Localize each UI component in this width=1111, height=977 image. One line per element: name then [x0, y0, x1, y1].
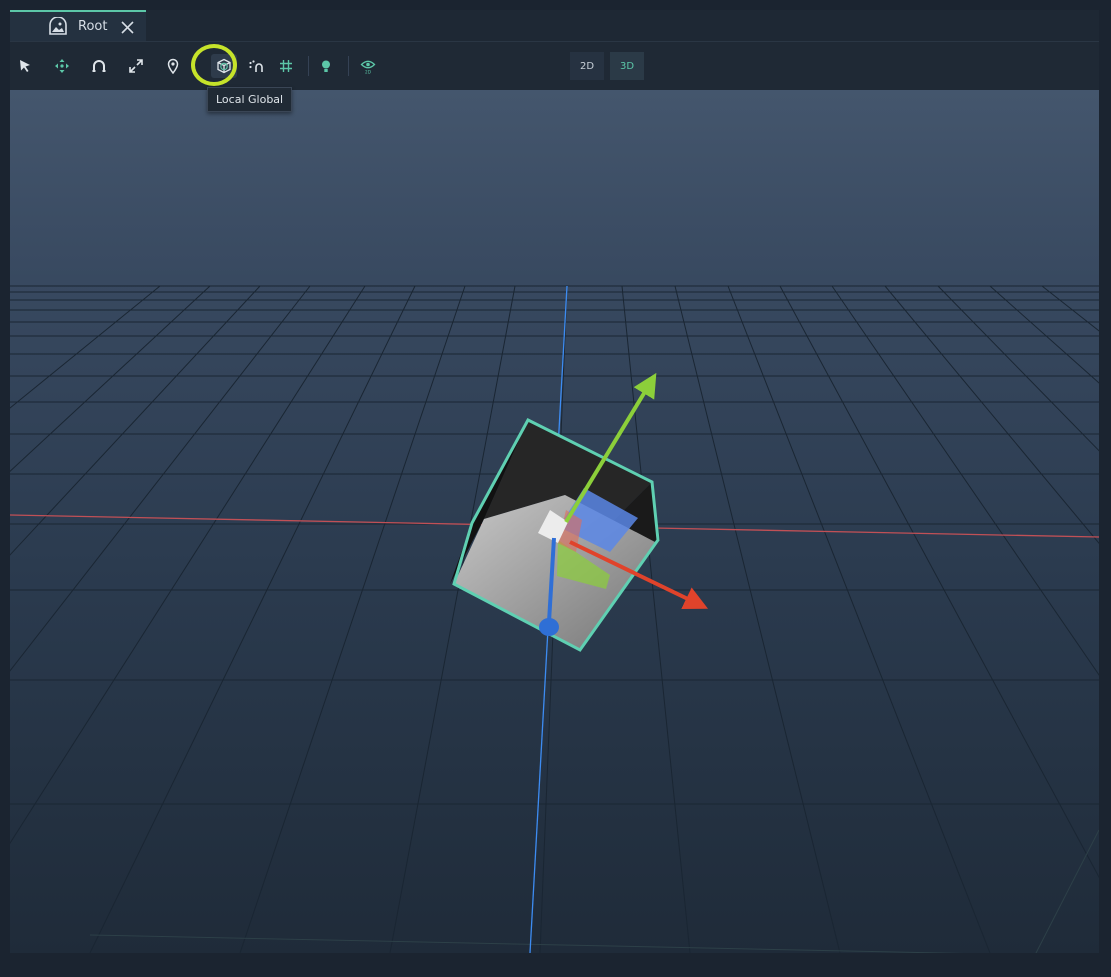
annotation-highlight-circle	[191, 44, 237, 86]
tab-root[interactable]: Root	[10, 10, 146, 41]
light-bulb-icon	[322, 60, 330, 72]
view-2d-toggle-button[interactable]: 2D	[355, 54, 381, 78]
pivot-tool-button[interactable]	[160, 54, 186, 78]
scene-icon	[49, 17, 67, 35]
tooltip: Local Global	[207, 87, 293, 112]
scale-tool-button[interactable]	[123, 54, 149, 78]
gizmo-z-handle[interactable]	[539, 618, 559, 636]
mode-3d-button[interactable]: 3D	[610, 52, 644, 80]
move-tool-button[interactable]	[49, 54, 75, 78]
move-arrows-icon	[55, 59, 69, 73]
snap-tool-button[interactable]	[243, 54, 269, 78]
eye-icon: 2D	[360, 60, 376, 74]
mode-2d-button[interactable]: 2D	[570, 52, 604, 80]
tab-label: Root	[78, 19, 108, 34]
snap-icon	[249, 60, 263, 72]
light-toggle-button[interactable]	[313, 54, 339, 78]
tab-bar: Root	[10, 10, 1099, 42]
rotate-tool-button[interactable]	[86, 54, 112, 78]
rotate-icon	[92, 60, 106, 72]
grid-toggle-button[interactable]	[273, 54, 299, 78]
select-tool-button[interactable]	[12, 54, 38, 78]
close-icon[interactable]	[121, 21, 134, 34]
eye-icon-caption: 2D	[365, 70, 371, 74]
toolbar: 2D 2D 3D	[10, 42, 1099, 90]
grid-icon	[280, 60, 292, 72]
toolbar-separator	[308, 56, 309, 76]
location-pin-icon	[167, 58, 179, 74]
scene-viewport[interactable]	[10, 90, 1099, 953]
toolbar-separator	[348, 56, 349, 76]
editor-window: Root 2D 2D 3D	[10, 10, 1099, 953]
expand-icon	[129, 59, 143, 73]
cursor-icon	[20, 60, 30, 72]
